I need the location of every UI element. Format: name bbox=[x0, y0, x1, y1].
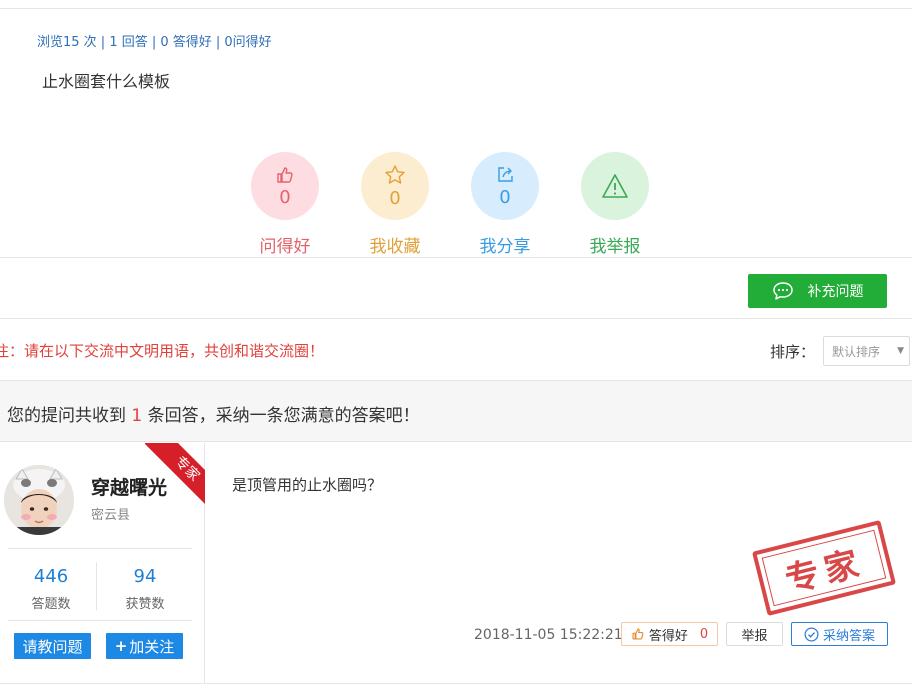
action-label[interactable]: 我举报 bbox=[560, 232, 670, 257]
banner-count: 1 bbox=[131, 406, 143, 426]
civility-notice: 注：请在以下交流中文明用语，共创和谐交流圈！ bbox=[0, 342, 325, 360]
chat-bubble-icon bbox=[772, 282, 793, 300]
divider bbox=[0, 683, 912, 684]
sort-select[interactable]: 默认排序 ▼ bbox=[823, 336, 910, 366]
check-circle-icon bbox=[804, 627, 819, 641]
action-good-question[interactable]: 0 问得好 bbox=[230, 152, 340, 257]
action-circle[interactable] bbox=[581, 152, 649, 220]
action-label[interactable]: 我收藏 bbox=[340, 232, 450, 257]
answers-count: 446 bbox=[33, 566, 69, 587]
ask-expert-button[interactable]: 请教问题 bbox=[14, 633, 91, 659]
expert-stamp: 专家 bbox=[751, 520, 897, 616]
divider bbox=[0, 257, 912, 258]
avatar[interactable] bbox=[4, 465, 74, 535]
thumbs-up-icon bbox=[632, 628, 644, 640]
action-circle[interactable]: 0 bbox=[361, 152, 429, 220]
answerer-location: 密云县 bbox=[91, 508, 131, 523]
follow-button[interactable]: + 加关注 bbox=[106, 633, 183, 659]
action-share[interactable]: 0 我分享 bbox=[450, 152, 560, 257]
supplement-question-button[interactable]: 补充问题 bbox=[748, 274, 887, 308]
likes-count-label: 获赞数 bbox=[125, 597, 165, 612]
question-stats: 浏览15 次 | 1 回答 | 0 答得好 | 0问得好 bbox=[37, 35, 272, 50]
share-icon bbox=[498, 167, 513, 182]
divider bbox=[8, 548, 192, 549]
action-count: 0 bbox=[389, 188, 401, 209]
question-title: 止水圈套什么模板 bbox=[42, 72, 171, 91]
answers-banner-text: 您的提问共收到 1 条回答，采纳一条您满意的答案吧！ bbox=[7, 401, 420, 426]
avatar-image bbox=[4, 465, 74, 535]
answers-count-label: 答题数 bbox=[31, 597, 71, 612]
action-label[interactable]: 问得好 bbox=[230, 232, 340, 257]
action-count: 0 bbox=[279, 187, 291, 208]
answer-good-button[interactable]: 答得好 0 bbox=[621, 622, 718, 646]
star-icon bbox=[385, 165, 405, 184]
expert-ribbon-label: 专家 bbox=[145, 443, 205, 508]
stamp-border bbox=[761, 529, 887, 607]
likes-count: 94 bbox=[133, 566, 157, 587]
warning-icon bbox=[602, 174, 628, 198]
divider bbox=[8, 620, 192, 621]
supplement-label: 补充问题 bbox=[807, 284, 864, 300]
answer-timestamp: 2018-11-05 15:22:21 bbox=[474, 627, 623, 643]
follow-label: 加关注 bbox=[129, 637, 175, 656]
action-count: 0 bbox=[499, 187, 511, 208]
answer-good-label: 答得好 bbox=[648, 628, 688, 644]
action-circle[interactable]: 0 bbox=[471, 152, 539, 220]
action-label[interactable]: 我分享 bbox=[450, 232, 560, 257]
answer-good-count: 0 bbox=[699, 626, 709, 642]
action-report[interactable]: 我举报 bbox=[560, 152, 670, 257]
plus-icon: + bbox=[114, 637, 128, 655]
answer-text: 是顶管用的止水圈吗？ bbox=[232, 476, 383, 494]
accept-answer-button[interactable]: 采纳答案 bbox=[791, 622, 888, 646]
answers-banner: 您的提问共收到 1 条回答，采纳一条您满意的答案吧！ bbox=[0, 380, 912, 442]
accept-answer-label: 采纳答案 bbox=[822, 628, 875, 644]
report-label: 举报 bbox=[741, 628, 768, 644]
ask-expert-label: 请教问题 bbox=[22, 637, 83, 656]
expert-ribbon: 专家 bbox=[145, 443, 205, 508]
action-circle[interactable]: 0 bbox=[251, 152, 319, 220]
report-button[interactable]: 举报 bbox=[726, 622, 783, 646]
divider bbox=[0, 318, 912, 319]
banner-prefix: 您的提问共收到 bbox=[7, 406, 132, 426]
divider bbox=[96, 562, 97, 610]
action-favorite[interactable]: 0 我收藏 bbox=[340, 152, 450, 257]
caret-down-icon: ▼ bbox=[897, 346, 904, 356]
sort-label: 排序： bbox=[770, 343, 816, 361]
sort-selected-value: 默认排序 bbox=[832, 344, 881, 359]
banner-suffix: 条回答，采纳一条您满意的答案吧！ bbox=[142, 406, 420, 426]
top-divider bbox=[0, 8, 912, 9]
thumbs-up-icon bbox=[277, 167, 293, 183]
